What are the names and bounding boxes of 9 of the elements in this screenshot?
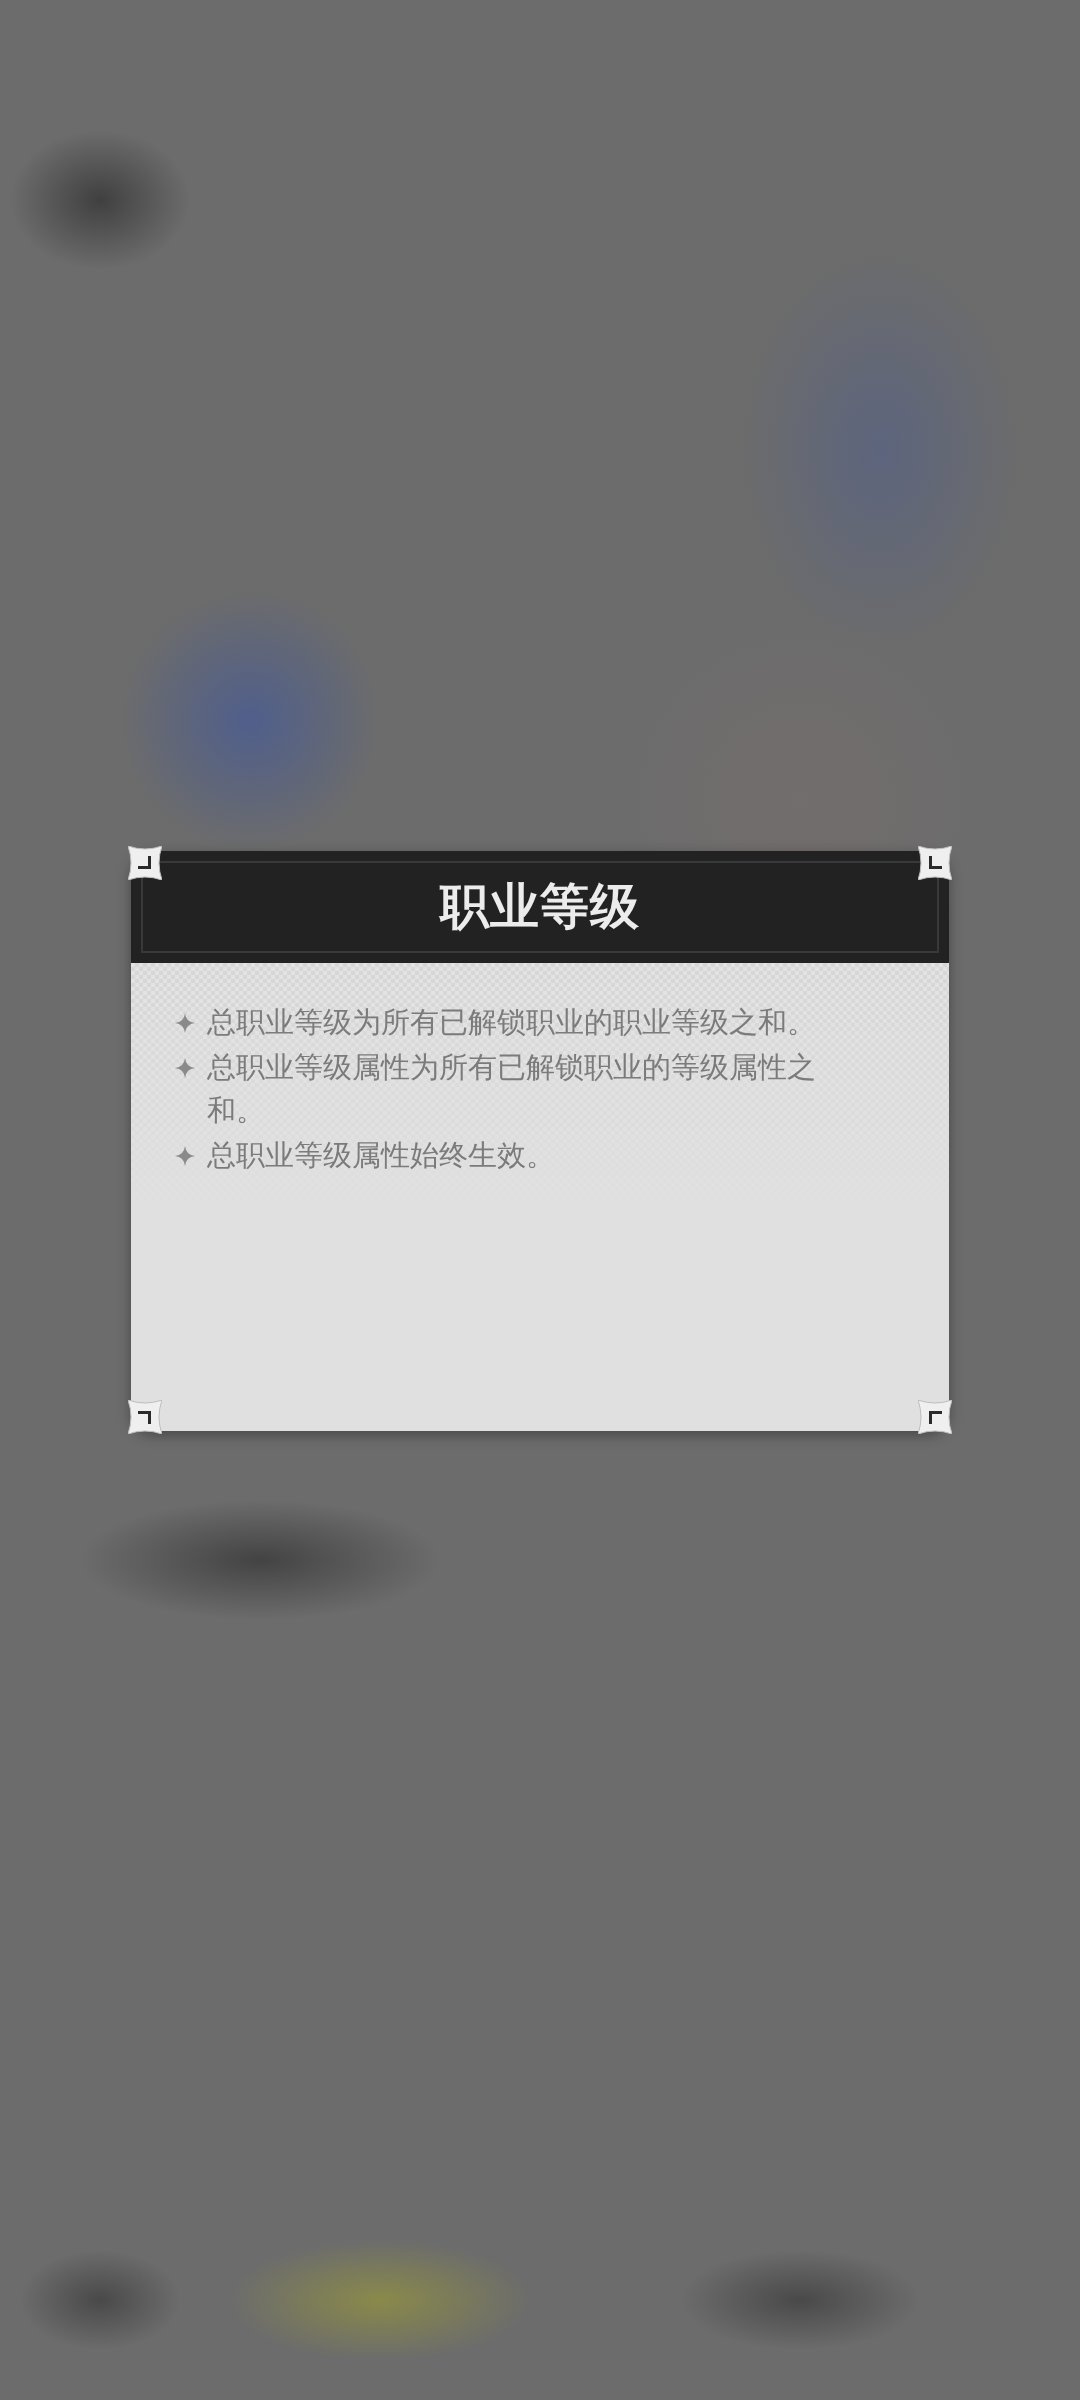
tip-text: 总职业等级属性始终生效。	[207, 1137, 556, 1174]
corner-ornament-icon	[128, 1400, 162, 1434]
tip-text: 总职业等级为所有已解锁职业的职业等级之和。	[207, 1004, 817, 1041]
corner-ornament-icon	[918, 1400, 952, 1434]
tip-text: 总职业等级属性为所有已解锁职业的等级属性之和。	[207, 1049, 817, 1129]
sparkle-icon	[175, 1013, 195, 1033]
dialog-title: 职业等级	[440, 880, 640, 934]
sparkle-icon	[175, 1058, 195, 1078]
sparkle-icon	[175, 1146, 195, 1166]
